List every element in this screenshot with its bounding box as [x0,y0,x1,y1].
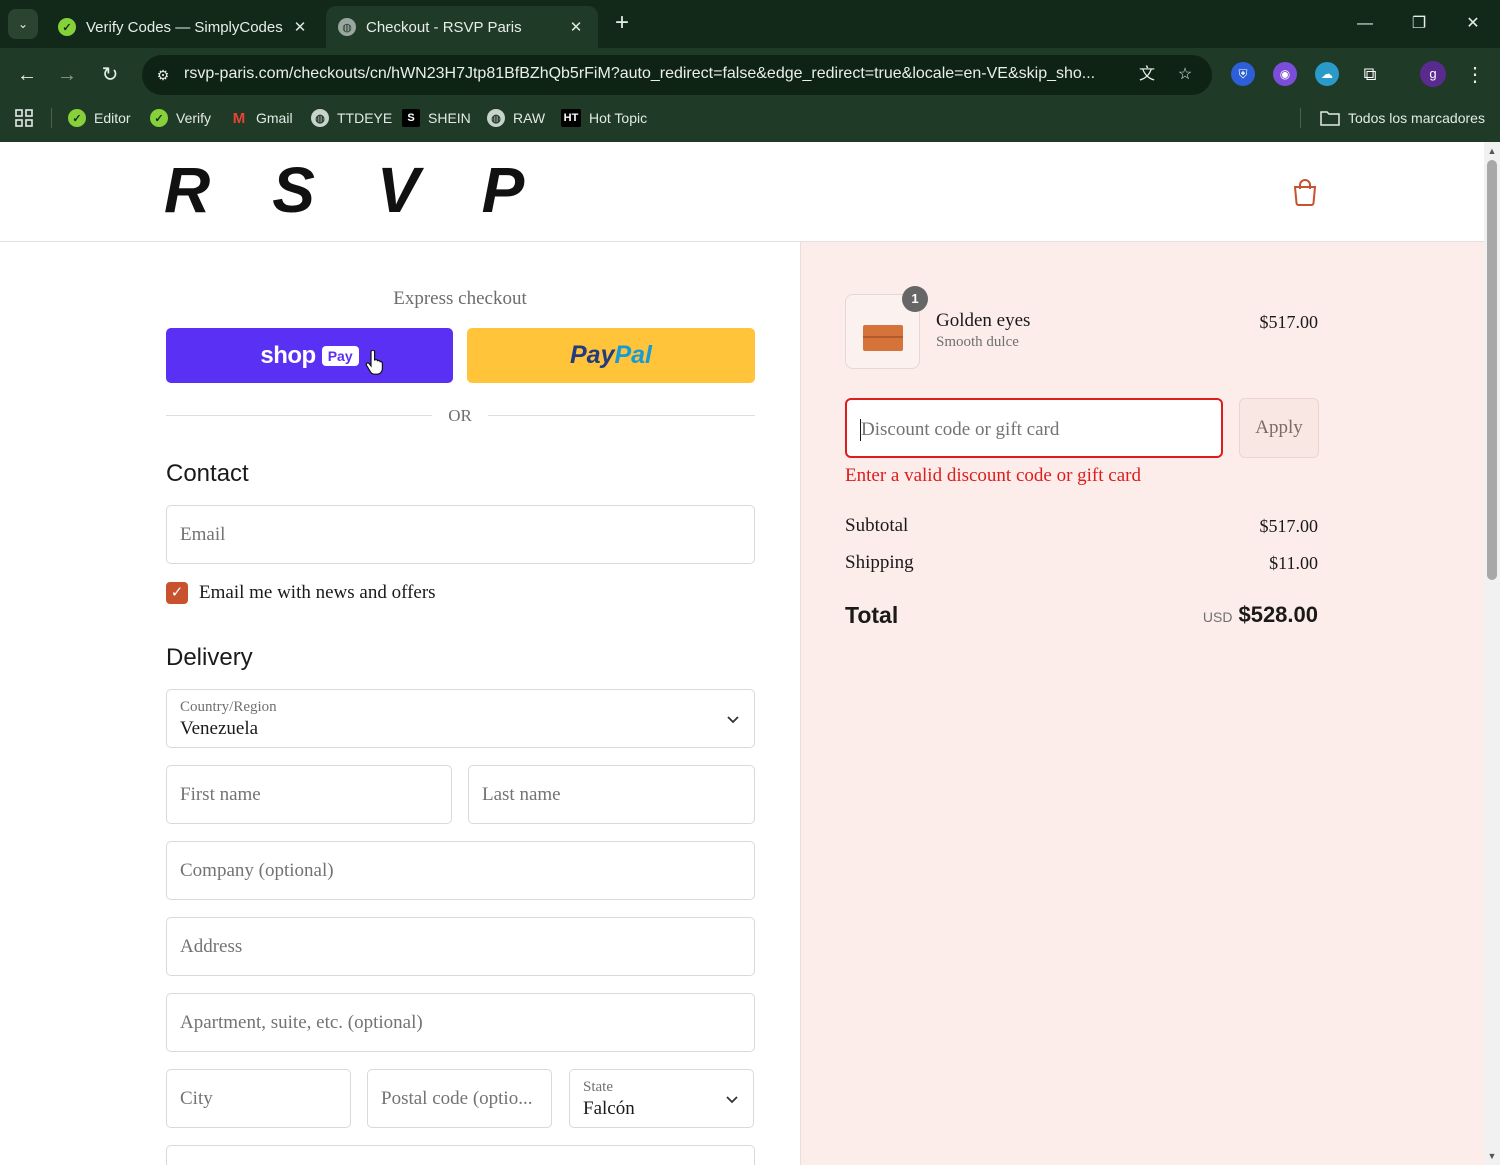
apartment-field[interactable]: Apartment, suite, etc. (optional) [166,993,755,1052]
or-divider-text: OR [448,406,472,425]
shein-icon: S [402,109,420,127]
folder-icon [1320,111,1340,126]
order-summary-panel [800,242,1484,1165]
text-caret [860,419,861,441]
contact-heading: Contact [166,460,249,487]
tab-checkout[interactable]: ◍ Checkout - RSVP Paris ✕ [326,6,598,48]
check-icon: ✓ [150,109,168,127]
total-currency: USD [1202,609,1233,625]
first-name-field[interactable]: First name [166,765,452,824]
bookmark-gmail[interactable]: M Gmail [230,106,293,130]
scroll-up-arrow-icon[interactable]: ▲ [1487,146,1497,156]
bookmark-shein[interactable]: S SHEIN [402,106,471,130]
page-scrollbar[interactable]: ▲ ▼ [1484,142,1500,1165]
store-header: RSVP [0,142,1484,242]
country-select[interactable]: Country/Region Venezuela [166,689,755,748]
extension-icon[interactable]: ◉ [1273,62,1297,86]
bookmark-star-icon[interactable]: ☆ [1172,63,1198,87]
url-text[interactable]: rsvp-paris.com/checkouts/cn/hWN23H7Jtp81… [184,65,1124,83]
product-price: $517.00 [1259,312,1319,332]
bookmark-ttdeye[interactable]: ◍ TTDEYE [311,106,392,130]
total-value: $528.00 [1238,602,1318,627]
quantity-badge: 1 [902,286,928,312]
email-field[interactable]: Email [166,505,755,564]
last-name-field[interactable]: Last name [468,765,755,824]
paypal-button[interactable]: Pay Pal [467,328,755,383]
cloud-extension-icon[interactable]: ☁ [1315,62,1339,86]
bookmark-hot-topic[interactable]: HT Hot Topic [561,106,647,130]
state-select[interactable]: State Falcón [569,1069,754,1128]
address-field[interactable]: Address [166,917,755,976]
puzzle-extensions-icon[interactable]: ⧉ [1358,62,1382,86]
browser-chrome: ⌄ ✓ Verify Codes — SimplyCodes ✕ ◍ Check… [0,0,1500,142]
store-logo[interactable]: RSVP [164,158,544,222]
scrollbar-thumb[interactable] [1487,160,1497,580]
shipping-value: $11.00 [1269,553,1318,573]
express-checkout-title: Express checkout [393,288,527,309]
newsletter-label[interactable]: Email me with news and offers [199,582,436,604]
shop-pay-button[interactable]: shop Pay [166,328,453,383]
close-window-icon[interactable]: ✕ [1458,10,1488,38]
tab-search-button[interactable]: ⌄ [8,9,38,39]
subtotal-value: $517.00 [1259,516,1319,536]
minimize-icon[interactable]: — [1350,10,1380,38]
hot-topic-icon: HT [561,109,581,127]
close-tab-icon[interactable]: ✕ [566,18,586,36]
discount-error-message: Enter a valid discount code or gift card [845,465,1141,486]
product-image [863,325,903,351]
address-bar[interactable]: ⚙ rsvp-paris.com/checkouts/cn/hWN23H7Jtp… [142,55,1212,95]
checkout-page: RSVP Express checkout shop Pay Pay Pal OR… [0,142,1500,1165]
divider-line [488,415,755,416]
newsletter-checkbox[interactable]: ✓ [166,582,188,604]
apply-discount-button[interactable]: Apply [1239,398,1319,458]
product-variant: Smooth dulce [936,334,1019,350]
globe-favicon-icon: ◍ [338,18,356,36]
shipping-label: Shipping [845,552,914,573]
tab-title: Verify Codes — SimplyCodes [86,18,283,36]
globe-icon: ◍ [311,109,329,127]
bookmarks-bar: ✓ Editor ✓ Verify M Gmail ◍ TTDEYE S SHE… [0,100,1500,136]
bookmark-raw[interactable]: ◍ RAW [487,106,545,130]
restore-icon[interactable]: ❐ [1404,10,1434,38]
all-bookmarks-folder[interactable]: Todos los marcadores [1320,106,1485,130]
total-label: Total [845,602,899,628]
new-tab-icon[interactable]: + [608,10,636,38]
total-row-value: USD $528.00 [1100,602,1318,628]
shield-extension-icon[interactable]: ⛨ [1231,62,1255,86]
bookmark-divider [1300,108,1301,128]
city-field[interactable]: City [166,1069,351,1128]
chevron-down-icon [727,716,739,724]
back-icon[interactable]: ← [12,60,42,90]
bookmark-divider [51,108,52,128]
more-menu-icon[interactable]: ⋮ [1460,60,1490,90]
company-field[interactable]: Company (optional) [166,841,755,900]
subtotal-label: Subtotal [845,515,909,536]
profile-avatar[interactable]: g [1420,61,1446,87]
tab-bar: ⌄ ✓ Verify Codes — SimplyCodes ✕ ◍ Check… [0,0,1500,48]
close-tab-icon[interactable]: ✕ [290,18,310,36]
scroll-down-arrow-icon[interactable]: ▼ [1487,1151,1497,1161]
bookmark-editor[interactable]: ✓ Editor [68,106,131,130]
globe-icon: ◍ [487,109,505,127]
chevron-down-icon [726,1096,738,1104]
translate-icon[interactable]: 文 [1134,63,1160,87]
apps-grid-icon[interactable] [14,106,34,130]
postal-code-field[interactable]: Postal code (optio... [367,1069,552,1128]
delivery-heading: Delivery [166,644,253,671]
tab-title: Checkout - RSVP Paris [366,18,522,36]
product-name: Golden eyes [936,310,1031,331]
simplycodes-favicon-icon: ✓ [58,18,76,36]
phone-field[interactable] [166,1145,755,1165]
hand-cursor-icon [365,350,383,375]
shopping-bag-icon[interactable] [1292,178,1318,206]
site-settings-icon[interactable]: ⚙ [152,64,174,86]
bookmark-verify[interactable]: ✓ Verify [150,106,211,130]
divider-line [166,415,432,416]
check-icon: ✓ [68,109,86,127]
reload-icon[interactable]: ↻ [95,60,125,90]
forward-icon[interactable]: → [52,60,82,90]
tab-verify-codes[interactable]: ✓ Verify Codes — SimplyCodes ✕ [46,6,322,48]
discount-code-input[interactable]: Discount code or gift card [845,398,1223,458]
gmail-icon: M [232,109,246,127]
